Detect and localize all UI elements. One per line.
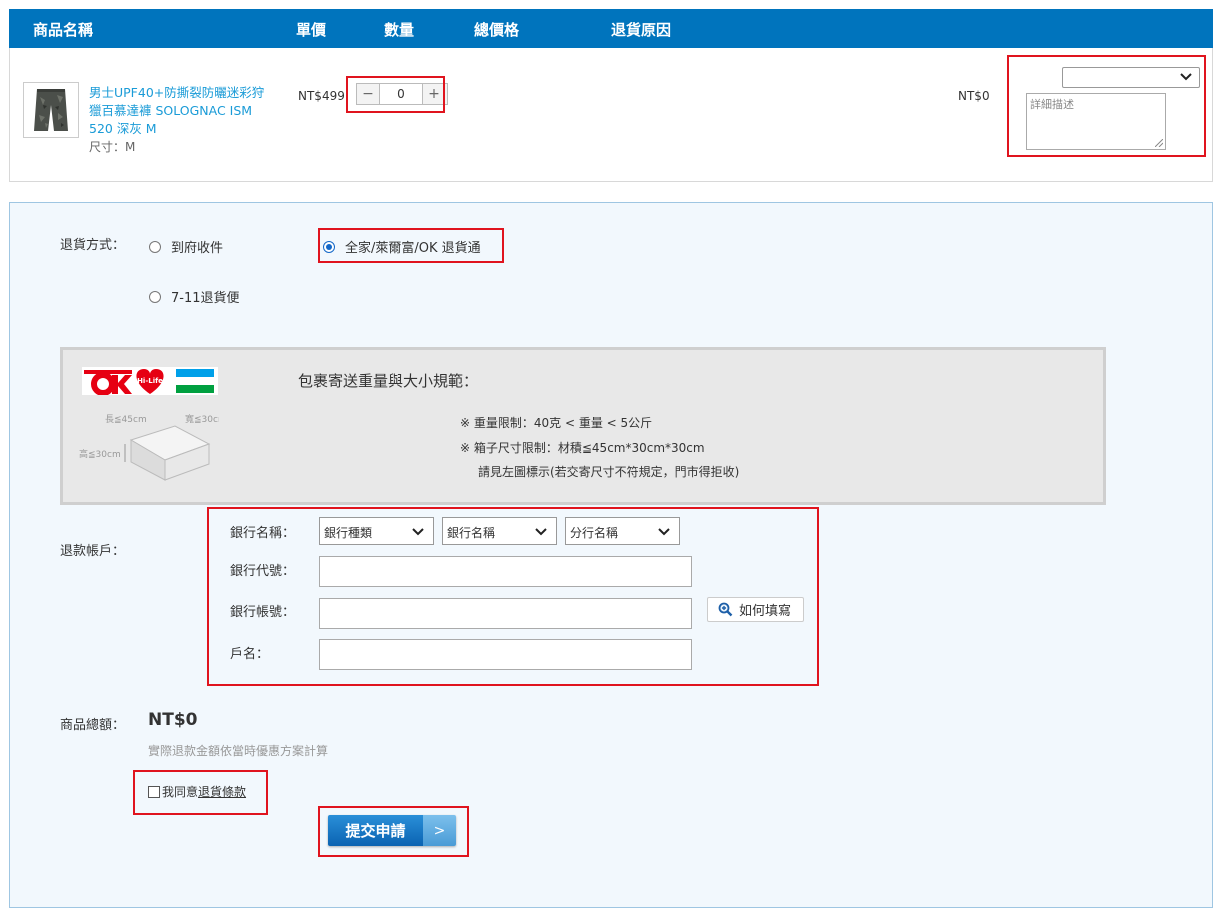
account-number-label: 銀行帳號： <box>230 605 296 620</box>
radio-seven-eleven-label: 7-11退貨便 <box>171 291 240 306</box>
refund-note: 實際退款金額依當時優惠方案計算 <box>148 744 329 758</box>
hilife-logo: Hi-Life <box>136 369 164 394</box>
highlight-return-reason <box>1007 55 1206 157</box>
total-amount: NT$0 <box>148 710 198 730</box>
table-header: 商品名稱 單價 數量 總價格 退貨原因 <box>9 9 1213 48</box>
header-total-price: 總價格 <box>474 21 520 39</box>
return-terms-link[interactable]: 退貨條款 <box>198 783 246 800</box>
refund-account-label: 退款帳戶： <box>60 544 126 559</box>
radio-icon <box>149 240 161 253</box>
package-info-box: Hi-Life 包裹寄送重量與大小規範： 長≦45cm 寬≦30cm 高≦30c… <box>60 347 1106 505</box>
product-size: 尺寸：M <box>89 140 136 154</box>
header-quantity: 數量 <box>384 21 415 39</box>
radio-home-pickup-label: 到府收件 <box>171 241 224 256</box>
radio-family-mart-label: 全家/萊爾富/OK 退貨通 <box>345 241 481 256</box>
radio-family-mart[interactable]: 全家/萊爾富/OK 退貨通 <box>323 237 481 256</box>
shorts-image <box>34 89 68 131</box>
radio-home-pickup[interactable]: 到府收件 <box>149 237 223 256</box>
product-thumbnail[interactable] <box>23 82 79 138</box>
ok-logo <box>84 370 132 396</box>
box-diagram: 長≦45cm 寬≦30cm 高≦30cm <box>79 413 219 481</box>
box-height-label: 高≦30cm <box>79 448 121 460</box>
agree-checkbox[interactable] <box>148 785 160 798</box>
arrow-right-icon: > <box>423 815 456 846</box>
agree-terms: 我同意 退貨條款 <box>148 783 246 800</box>
weight-rule: ※ 重量限制：40克 < 重量 < 5公斤 <box>460 416 653 430</box>
svg-text:Hi-Life: Hi-Life <box>137 377 163 385</box>
header-unit-price: 單價 <box>296 21 327 39</box>
product-name-link[interactable]: 男士UPF40+防撕裂防曬迷彩狩獵百慕達褲 SOLOGNAC ISM 520 深… <box>89 84 274 138</box>
agree-text: 我同意 <box>162 785 199 799</box>
unit-price: NT$499 <box>298 89 345 103</box>
submit-label: 提交申請 <box>328 815 423 846</box>
bank-code-input[interactable] <box>319 556 692 587</box>
branch-name-value: 分行名稱 <box>570 526 619 540</box>
size-rule: ※ 箱子尺寸限制：材積≦45cm*30cm*30cm <box>460 441 705 455</box>
branch-name-select[interactable]: 分行名稱 <box>565 517 680 545</box>
bank-name-label: 銀行名稱： <box>230 526 296 541</box>
chevron-down-icon <box>412 528 424 536</box>
box-length-label: 長≦45cm <box>105 414 147 425</box>
chevron-down-icon <box>535 528 547 536</box>
size-note: 請見左圖標示(若交寄尺寸不符規定，門市得拒收) <box>478 465 740 479</box>
chevron-down-icon <box>658 528 670 536</box>
bank-name-select[interactable]: 銀行名稱 <box>442 517 557 545</box>
how-to-fill-label: 如何填寫 <box>739 604 792 619</box>
radio-icon <box>149 290 161 303</box>
bank-type-select[interactable]: 銀行種類 <box>319 517 434 545</box>
store-logos: Hi-Life <box>82 367 218 396</box>
account-number-input[interactable] <box>319 598 692 629</box>
return-method-label: 退貨方式： <box>60 238 126 253</box>
total-price: NT$0 <box>958 89 990 103</box>
zoom-in-icon <box>718 602 733 617</box>
header-return-reason: 退貨原因 <box>611 21 672 39</box>
highlight-quantity <box>346 76 445 113</box>
account-holder-label: 戶名： <box>230 647 270 662</box>
radio-seven-eleven[interactable]: 7-11退貨便 <box>149 287 240 306</box>
bank-code-label: 銀行代號： <box>230 564 296 579</box>
submit-button[interactable]: 提交申請 > <box>328 815 456 846</box>
account-holder-input[interactable] <box>319 639 692 670</box>
bank-name-value: 銀行名稱 <box>447 526 496 540</box>
radio-checked-icon <box>323 240 335 253</box>
header-product-name: 商品名稱 <box>33 21 94 39</box>
how-to-fill-button[interactable]: 如何填寫 <box>707 597 804 622</box>
bank-type-value: 銀行種類 <box>324 526 373 540</box>
family-mart-logo <box>176 369 214 393</box>
box-width-label: 寬≦30cm <box>185 413 219 425</box>
package-info-title: 包裹寄送重量與大小規範： <box>298 372 479 390</box>
total-label: 商品總額： <box>60 718 126 733</box>
